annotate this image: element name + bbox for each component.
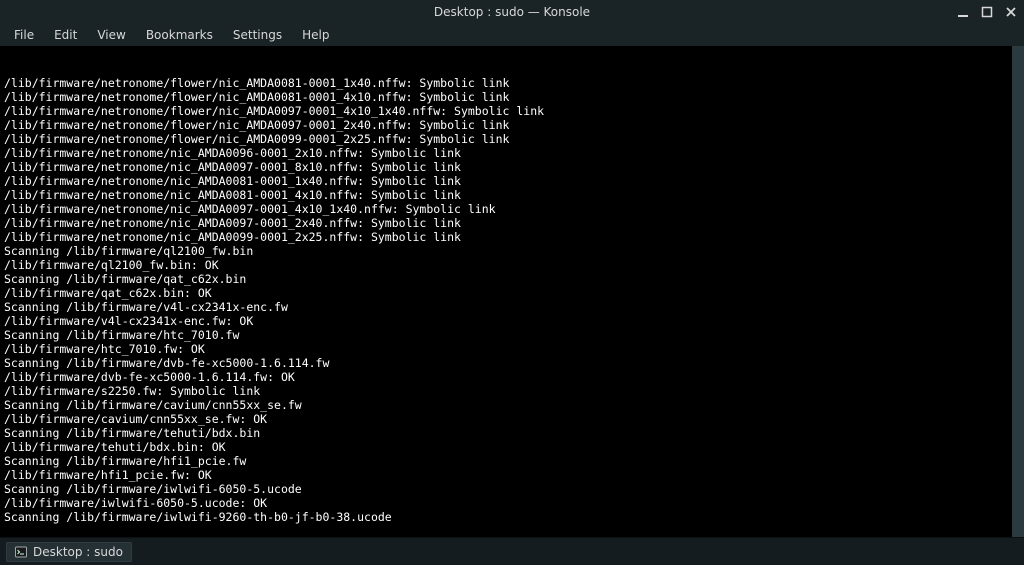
menu-file[interactable]: File [6,26,42,44]
terminal-output: /lib/firmware/netronome/flower/nic_AMDA0… [4,76,1008,524]
terminal-line: /lib/firmware/v4l-cx2341x-enc.fw: OK [4,314,1008,328]
terminal-line: Scanning /lib/firmware/ql2100_fw.bin [4,244,1008,258]
terminal-line: /lib/firmware/htc_7010.fw: OK [4,342,1008,356]
terminal-line: /lib/firmware/netronome/flower/nic_AMDA0… [4,90,1008,104]
taskbar: Desktop : sudo [0,537,1024,565]
menu-help[interactable]: Help [294,26,337,44]
terminal-line: /lib/firmware/ql2100_fw.bin: OK [4,258,1008,272]
taskbar-item-label: Desktop : sudo [33,545,123,559]
terminal-icon [15,546,27,558]
scrollbar-track[interactable] [1012,46,1024,537]
terminal-line: /lib/firmware/cavium/cnn55xx_se.fw: OK [4,412,1008,426]
menu-view[interactable]: View [89,26,133,44]
terminal-line: /lib/firmware/netronome/nic_AMDA0099-000… [4,230,1008,244]
menu-settings[interactable]: Settings [225,26,290,44]
window-controls [956,0,1018,24]
terminal-line: /lib/firmware/netronome/nic_AMDA0081-000… [4,188,1008,202]
terminal-line: Scanning /lib/firmware/iwlwifi-6050-5.uc… [4,482,1008,496]
titlebar[interactable]: Desktop : sudo — Konsole [0,0,1024,24]
konsole-window: Desktop : sudo — Konsole File Edit View … [0,0,1024,565]
minimize-button[interactable] [956,5,970,19]
terminal-line: Scanning /lib/firmware/tehuti/bdx.bin [4,426,1008,440]
menu-bookmarks[interactable]: Bookmarks [138,26,221,44]
terminal-line: /lib/firmware/netronome/nic_AMDA0097-000… [4,202,1008,216]
terminal-line: /lib/firmware/iwlwifi-6050-5.ucode: OK [4,496,1008,510]
window-title: Desktop : sudo — Konsole [434,5,590,19]
terminal-line: /lib/firmware/qat_c62x.bin: OK [4,286,1008,300]
close-button[interactable] [1004,5,1018,19]
terminal-line: Scanning /lib/firmware/qat_c62x.bin [4,272,1008,286]
taskbar-item-konsole[interactable]: Desktop : sudo [6,542,132,562]
terminal-line: /lib/firmware/s2250.fw: Symbolic link [4,384,1008,398]
terminal-line: /lib/firmware/tehuti/bdx.bin: OK [4,440,1008,454]
terminal-line: Scanning /lib/firmware/v4l-cx2341x-enc.f… [4,300,1008,314]
menubar: File Edit View Bookmarks Settings Help [0,24,1024,46]
terminal-line: Scanning /lib/firmware/cavium/cnn55xx_se… [4,398,1008,412]
terminal[interactable]: /lib/firmware/netronome/flower/nic_AMDA0… [0,46,1024,537]
terminal-line: /lib/firmware/hfi1_pcie.fw: OK [4,468,1008,482]
terminal-line: Scanning /lib/firmware/dvb-fe-xc5000-1.6… [4,356,1008,370]
terminal-line: /lib/firmware/netronome/flower/nic_AMDA0… [4,104,1008,118]
terminal-line: Scanning /lib/firmware/htc_7010.fw [4,328,1008,342]
terminal-line: Scanning /lib/firmware/hfi1_pcie.fw [4,454,1008,468]
terminal-line: /lib/firmware/netronome/nic_AMDA0081-000… [4,174,1008,188]
terminal-line: /lib/firmware/dvb-fe-xc5000-1.6.114.fw: … [4,370,1008,384]
terminal-line: /lib/firmware/netronome/nic_AMDA0097-000… [4,216,1008,230]
terminal-line: /lib/firmware/netronome/flower/nic_AMDA0… [4,132,1008,146]
terminal-line: /lib/firmware/netronome/nic_AMDA0097-000… [4,160,1008,174]
menu-edit[interactable]: Edit [46,26,85,44]
terminal-line: /lib/firmware/netronome/nic_AMDA0096-000… [4,146,1008,160]
maximize-button[interactable] [980,5,994,19]
terminal-line: /lib/firmware/netronome/flower/nic_AMDA0… [4,76,1008,90]
terminal-line: Scanning /lib/firmware/iwlwifi-9260-th-b… [4,510,1008,524]
scrollbar-thumb[interactable] [1012,531,1024,537]
terminal-line: /lib/firmware/netronome/flower/nic_AMDA0… [4,118,1008,132]
